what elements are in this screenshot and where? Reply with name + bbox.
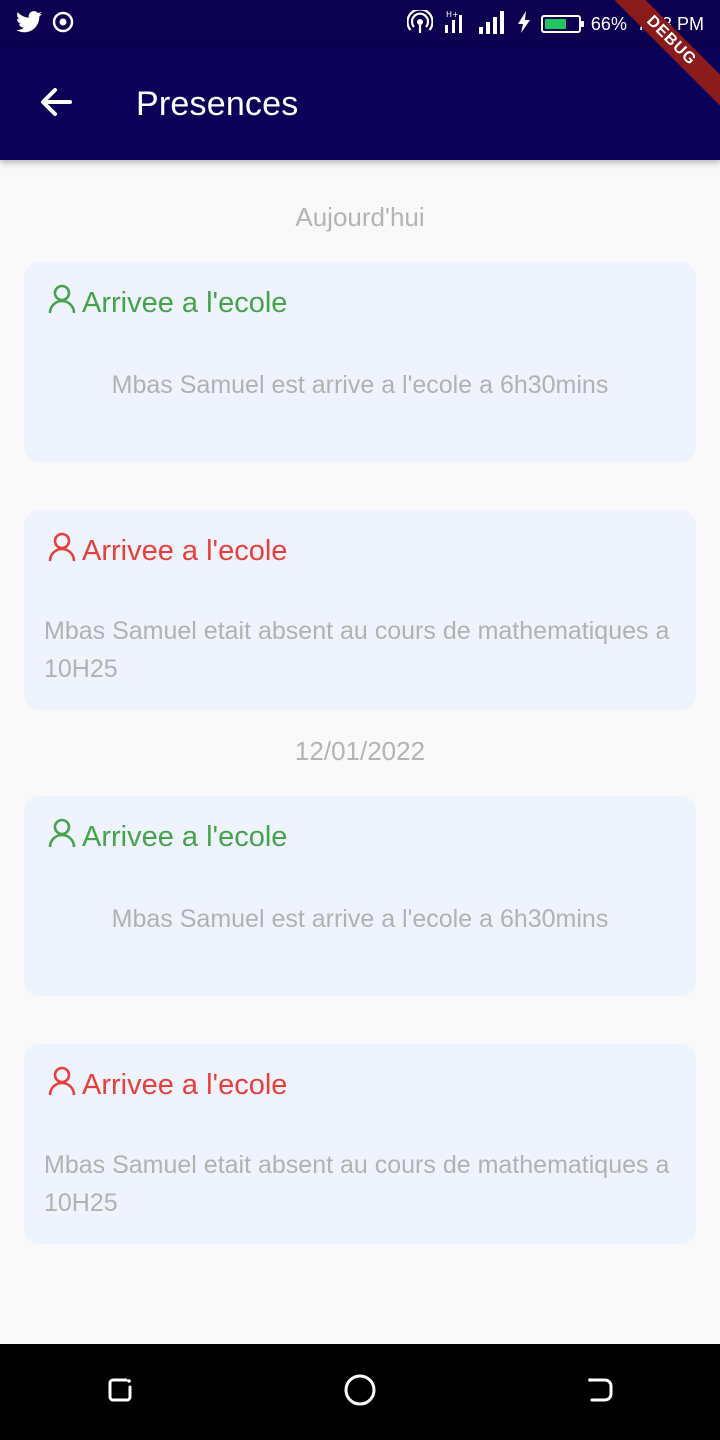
status-bar: H+ 66% 7:43 PM: [0, 0, 720, 48]
absence-card[interactable]: Arrivee a l'ecole Mbas Samuel etait abse…: [24, 510, 696, 710]
recents-button[interactable]: [90, 1362, 150, 1422]
app-bar: Presences: [0, 48, 720, 160]
system-nav-bar: [0, 1344, 720, 1440]
absence-card[interactable]: Arrivee a l'ecole Mbas Samuel etait abse…: [24, 1044, 696, 1244]
person-icon: [48, 818, 76, 856]
person-icon: [48, 1066, 76, 1104]
card-title-text: Arrivee a l'ecole: [82, 534, 288, 567]
battery-icon: [540, 15, 584, 33]
back-button[interactable]: [24, 72, 88, 136]
card-body: Mbas Samuel est arrive a l'ecole a 6h30m…: [111, 371, 609, 399]
home-button[interactable]: [330, 1362, 390, 1422]
date-header-today: Aujourd'hui: [295, 202, 425, 232]
battery-fill: [544, 19, 567, 29]
card-body: Mbas Samuel etait absent au cours de mat…: [44, 1151, 670, 1217]
person-icon: [48, 532, 76, 570]
status-left: [16, 10, 74, 38]
battery-percent: 66%: [590, 13, 627, 34]
arrow-back-icon: [38, 84, 74, 125]
recents-icon: [104, 1374, 136, 1411]
card-title-text: Arrivee a l'ecole: [82, 286, 288, 319]
sync-icon: [52, 11, 74, 38]
page-title: Presences: [136, 84, 299, 123]
hotspot-icon: [406, 7, 434, 39]
presence-list[interactable]: Aujourd'hui Arrivee a l'ecole Mbas Samue…: [0, 160, 720, 1344]
card-body: Mbas Samuel est arrive a l'ecole a 6h30m…: [111, 905, 609, 933]
svg-text:H+: H+: [446, 10, 459, 19]
presence-card[interactable]: Arrivee a l'ecole Mbas Samuel est arrive…: [24, 262, 696, 462]
data-signal-icon: H+: [443, 9, 467, 40]
person-icon: [48, 284, 76, 322]
card-title: Arrivee a l'ecole: [48, 284, 287, 322]
home-icon: [343, 1373, 377, 1412]
cell-signal-icon: [477, 10, 507, 39]
card-body: Mbas Samuel etait absent au cours de mat…: [44, 617, 670, 683]
card-title: Arrivee a l'ecole: [48, 818, 287, 856]
date-header-past: 12/01/2022: [294, 736, 426, 766]
card-title-text: Arrivee a l'ecole: [82, 820, 288, 853]
charging-icon: [517, 10, 531, 38]
status-right: H+ 66% 7:43 PM: [406, 0, 704, 48]
clock: 7:43 PM: [636, 13, 704, 34]
card-title: Arrivee a l'ecole: [48, 532, 287, 570]
back-nav-button[interactable]: [570, 1362, 630, 1422]
presence-card[interactable]: Arrivee a l'ecole Mbas Samuel est arrive…: [24, 796, 696, 996]
card-title: Arrivee a l'ecole: [48, 1066, 287, 1104]
card-title-text: Arrivee a l'ecole: [82, 1068, 288, 1101]
back-nav-icon: [584, 1374, 616, 1411]
twitter-icon: [16, 10, 42, 38]
